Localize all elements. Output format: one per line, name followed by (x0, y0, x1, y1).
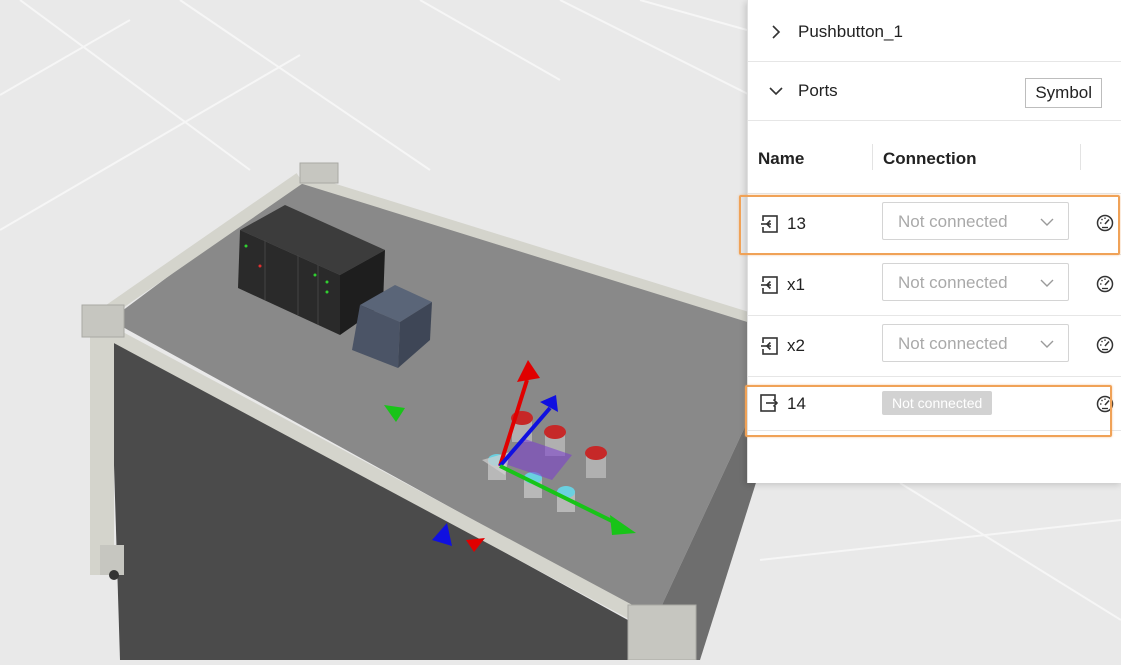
gauge-icon[interactable] (1096, 275, 1114, 293)
port-input-icon (760, 337, 778, 355)
chevron-down-icon (1040, 279, 1054, 287)
port-row-x2[interactable]: x2 Not connected (748, 316, 1121, 377)
connection-value: Not connected (898, 334, 1008, 353)
port-row-x1[interactable]: x1 Not connected (748, 255, 1121, 316)
port-input-icon (760, 215, 778, 233)
corner-block-front (627, 604, 697, 661)
chevron-down-icon (1040, 218, 1054, 226)
symbol-button[interactable]: Symbol (1025, 78, 1102, 108)
gauge-icon[interactable] (1096, 395, 1114, 413)
connection-dropdown[interactable]: Not connected (882, 324, 1069, 362)
port-name: x2 (787, 336, 805, 355)
chevron-right-icon[interactable] (768, 24, 784, 40)
column-separator[interactable] (872, 144, 873, 170)
ports-table-header: Name Connection (748, 122, 1121, 194)
connection-dropdown[interactable]: Not connected (882, 263, 1069, 301)
column-separator[interactable] (1080, 144, 1081, 170)
connection-dropdown[interactable]: Not connected (882, 202, 1069, 240)
chevron-down-icon (1040, 340, 1054, 348)
port-name: 14 (787, 394, 806, 413)
port-row-13[interactable]: 13 Not connected (748, 194, 1121, 255)
port-input-icon (760, 276, 778, 294)
gauge-icon[interactable] (1096, 214, 1114, 232)
column-header-connection: Connection (883, 149, 977, 168)
port-output-icon (760, 394, 779, 412)
port-name: 13 (787, 214, 806, 233)
corner-block-back (299, 162, 339, 184)
ports-label: Ports (798, 80, 838, 100)
leg-front-left (90, 325, 114, 575)
caster-wheel (109, 570, 119, 580)
chevron-down-icon[interactable] (768, 83, 784, 99)
ports-section-header[interactable]: Ports Symbol (748, 61, 1121, 121)
connection-value: Not connected (898, 212, 1008, 231)
connection-status-badge: Not connected (882, 391, 993, 415)
port-name: x1 (787, 275, 805, 294)
component-section-header[interactable]: Pushbutton_1 (748, 2, 1121, 62)
column-header-name: Name (758, 149, 805, 168)
port-row-14[interactable]: 14 Not connected (748, 377, 1121, 431)
corner-block-left (81, 304, 125, 338)
connection-value: Not connected (898, 273, 1008, 292)
properties-panel: Pushbutton_1 Ports Symbol Name Connectio… (747, 0, 1121, 483)
component-title: Pushbutton_1 (798, 21, 903, 41)
gauge-icon[interactable] (1096, 336, 1114, 354)
